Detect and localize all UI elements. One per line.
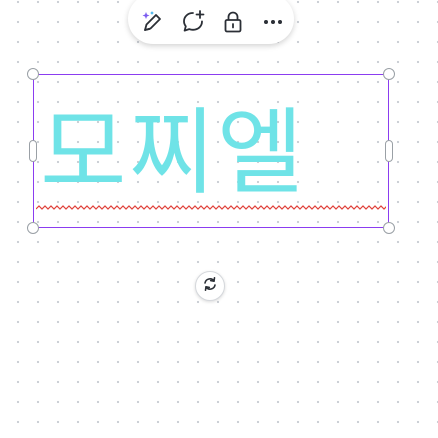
text-element[interactable]: 모찌엘 xyxy=(40,92,388,216)
magic-edit-button[interactable] xyxy=(134,3,172,41)
lock-icon xyxy=(220,9,246,35)
more-options-button[interactable] xyxy=(254,3,292,41)
add-comment-button[interactable] xyxy=(174,3,212,41)
context-toolbar xyxy=(128,0,294,44)
spellcheck-underline xyxy=(36,205,386,210)
rotate-button[interactable] xyxy=(195,271,225,301)
comment-add-icon xyxy=(180,9,206,35)
resize-handle-bottom-right[interactable] xyxy=(383,222,395,234)
resize-handle-top-left[interactable] xyxy=(27,68,39,80)
more-icon xyxy=(260,9,286,35)
resize-handle-left[interactable] xyxy=(29,140,37,162)
resize-handle-bottom-left[interactable] xyxy=(27,222,39,234)
lock-button[interactable] xyxy=(214,3,252,41)
resize-handle-top-right[interactable] xyxy=(383,68,395,80)
magic-edit-icon xyxy=(140,9,166,35)
rotate-icon xyxy=(201,275,219,298)
resize-handle-right[interactable] xyxy=(385,140,393,162)
